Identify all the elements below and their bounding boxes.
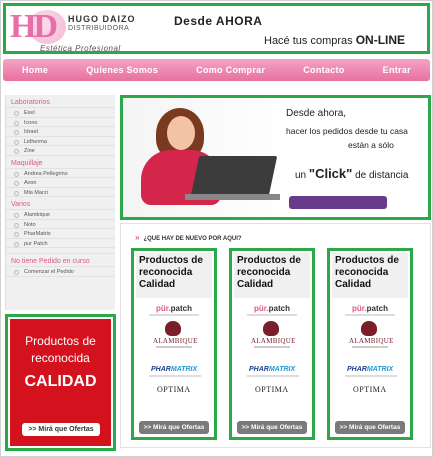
alambique-seal-icon <box>263 321 279 336</box>
sidebar-category-maquillaje[interactable]: Maquillaje <box>6 156 115 169</box>
promo-ad-line1: Productos de reconocida <box>25 334 96 365</box>
sidebar-item-alambique[interactable]: Alambique <box>6 210 115 220</box>
product-card[interactable]: Productos de reconocida Calidad pür.patc… <box>327 248 413 440</box>
site-header: HD HUGO DAIZO DISTRIBUIDORA Estética Pro… <box>3 3 430 54</box>
start-order-link[interactable]: Comenzar el Pedido <box>6 267 115 277</box>
product-card-title: Productos de reconocida Calidad <box>234 253 310 298</box>
nav-home[interactable]: Home <box>22 65 48 75</box>
pharmatrix-logo: PHARMATRIX <box>347 366 394 373</box>
product-card[interactable]: Productos de reconocida Calidad pür.patc… <box>131 248 217 440</box>
optima-logo: OPTIMA <box>157 385 191 394</box>
nav-contacto[interactable]: Contacto <box>303 65 344 75</box>
product-card-title: Productos de reconocida Calidad <box>136 253 212 298</box>
header-title: Desde AHORA <box>174 14 263 28</box>
hero-photo <box>123 98 288 217</box>
logo-brand: HUGO DAIZO <box>68 14 136 24</box>
order-status-title: No tiene Pedido en curso <box>6 254 115 267</box>
promo-ad-line2: CALIDAD <box>24 373 97 390</box>
promo-ad-panel: Productos de reconocida CALIDAD >> Mirá … <box>10 319 111 446</box>
main-nav: Home Quienes Somos Como Comprar Contacto… <box>3 59 430 81</box>
offers-button[interactable]: >> Mirá que Ofertas <box>237 421 307 434</box>
nav-quienes-somos[interactable]: Quienes Somos <box>86 65 158 75</box>
hero-line4: un "Click" de distancia <box>295 166 409 181</box>
sidebar-category-laboratorios[interactable]: Laboratorios <box>6 95 115 108</box>
nav-como-comprar[interactable]: Como Comprar <box>196 65 265 75</box>
sidebar-item-icono[interactable]: Icono <box>6 118 115 127</box>
alambique-logo: ALAMBIQUE <box>251 337 296 345</box>
chevron-right-icon: » <box>135 233 140 242</box>
hero-banner[interactable]: Desde ahora, hacer los pedidos desde tu … <box>120 95 431 220</box>
product-card[interactable]: Productos de reconocida Calidad pür.patc… <box>229 248 315 440</box>
sidebar-category-varios[interactable]: Varios <box>6 197 115 210</box>
logo-mark: HD <box>10 8 66 46</box>
hero-cta-button[interactable] <box>289 196 387 209</box>
sidebar-item-mia-marzi[interactable]: Mia Marzi <box>6 188 115 197</box>
sidebar: Laboratorios Exel Icono Idraet Lidherma … <box>5 95 115 310</box>
nav-entrar[interactable]: Entrar <box>383 65 411 75</box>
site-logo[interactable]: HD HUGO DAIZO DISTRIBUIDORA Estética Pro… <box>10 8 135 54</box>
alambique-logo: ALAMBIQUE <box>153 337 198 345</box>
offers-button[interactable]: >> Mirá que Ofertas <box>139 421 209 434</box>
sidebar-item-avon[interactable]: Avon <box>6 178 115 188</box>
sidebar-item-noto[interactable]: Noto <box>6 220 115 229</box>
whats-new-title: » ¿QUE HAY DE NUEVO POR AQUI? <box>135 233 242 242</box>
pur-patch-logo: pür.patch <box>254 304 291 313</box>
logo-brand-sub: DISTRIBUIDORA <box>68 25 130 32</box>
product-card-title: Productos de reconocida Calidad <box>332 253 408 298</box>
optima-logo: OPTIMA <box>255 385 289 394</box>
hero-line3: están a sólo <box>348 140 394 150</box>
alambique-logo: ALAMBIQUE <box>349 337 394 345</box>
logo-tagline: Estética Profesional <box>40 44 121 53</box>
pur-patch-logo: pür.patch <box>156 304 193 313</box>
alambique-seal-icon <box>361 321 377 336</box>
alambique-seal-icon <box>165 321 181 336</box>
pharmatrix-logo: PHARMATRIX <box>249 366 296 373</box>
header-subtitle: Hacé tus compras ON-LINE <box>264 33 406 47</box>
sidebar-item-idraet[interactable]: Idraet <box>6 127 115 137</box>
sidebar-item-zine[interactable]: Zine <box>6 146 115 156</box>
hero-line1: Desde ahora, <box>286 108 347 119</box>
optima-logo: OPTIMA <box>353 385 387 394</box>
hero-line2: hacer los pedidos desde tu casa <box>286 126 408 136</box>
pur-patch-logo: pür.patch <box>352 304 389 313</box>
sidebar-item-andrea-pellegrino[interactable]: Andrea Pellegrino <box>6 169 115 178</box>
sidebar-item-pharmatrix[interactable]: PharMatrix <box>6 229 115 239</box>
promo-ad-button[interactable]: >> Mirá que Ofertas <box>22 423 100 436</box>
offers-button[interactable]: >> Mirá que Ofertas <box>335 421 405 434</box>
pharmatrix-logo: PHARMATRIX <box>151 366 198 373</box>
sidebar-item-exel[interactable]: Exel <box>6 108 115 118</box>
whats-new-section: » ¿QUE HAY DE NUEVO POR AQUI? Productos d… <box>120 223 431 448</box>
sidebar-item-lidherma[interactable]: Lidherma <box>6 137 115 146</box>
sidebar-item-pur-patch[interactable]: pur Patch <box>6 239 115 248</box>
promo-ad-left[interactable]: Productos de reconocida CALIDAD >> Mirá … <box>5 314 116 451</box>
